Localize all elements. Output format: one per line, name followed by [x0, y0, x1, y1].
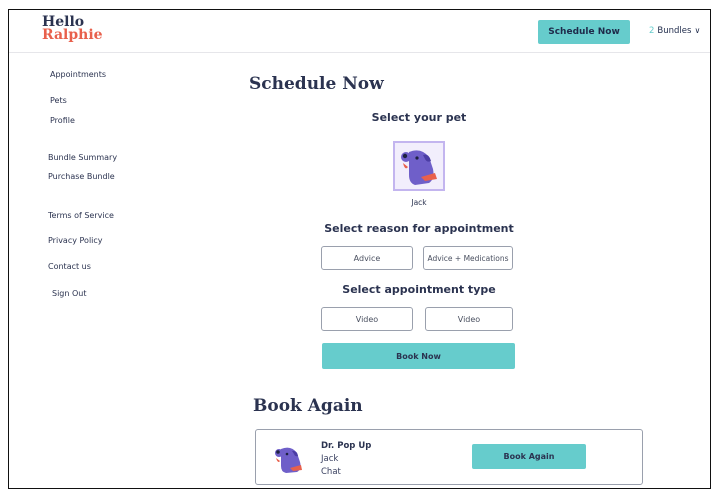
sidebar-item-purchase-bundle[interactable]: Purchase Bundle: [48, 172, 115, 181]
book-again-button[interactable]: Book Again: [472, 444, 586, 469]
type-option-video-1[interactable]: Video: [321, 307, 413, 331]
sidebar-item-privacy[interactable]: Privacy Policy: [48, 236, 103, 245]
reason-option-advice[interactable]: Advice: [321, 246, 413, 270]
top-bar: Hello Ralphie Schedule Now 2 Bundles ∨: [9, 10, 710, 53]
page-title: Schedule Now: [249, 74, 384, 94]
bundles-dropdown[interactable]: 2 Bundles ∨: [649, 26, 700, 36]
schedule-now-button[interactable]: Schedule Now: [538, 20, 630, 44]
reason-option-advice-medications[interactable]: Advice + Medications: [423, 246, 513, 270]
logo-line-2: Ralphie: [42, 27, 103, 43]
type-heading: Select appointment type: [342, 283, 496, 296]
sidebar-item-terms[interactable]: Terms of Service: [48, 211, 114, 220]
previous-pet-avatar: [270, 442, 308, 476]
previous-pet-name: Jack: [321, 454, 339, 464]
sidebar-item-appointments[interactable]: Appointments: [50, 70, 106, 79]
app-window: Hello Ralphie Schedule Now 2 Bundles ∨ App…: [8, 9, 711, 489]
pet-card-jack[interactable]: [393, 141, 445, 191]
sidebar-item-bundle-summary[interactable]: Bundle Summary: [48, 153, 117, 162]
chevron-down-icon: ∨: [694, 26, 701, 35]
sidebar-item-profile[interactable]: Profile: [50, 116, 75, 125]
dog-avatar-icon: [395, 143, 443, 189]
pet-name: Jack: [411, 198, 427, 207]
book-again-card: Dr. Pop Up Jack Chat Book Again: [255, 429, 643, 485]
book-now-button[interactable]: Book Now: [322, 343, 515, 369]
select-pet-heading: Select your pet: [371, 111, 467, 124]
bundles-label: Bundles: [657, 26, 692, 36]
book-again-title: Book Again: [253, 396, 363, 416]
logo[interactable]: Hello Ralphie: [42, 15, 103, 43]
sidebar-item-sign-out[interactable]: Sign Out: [52, 289, 87, 298]
sidebar-item-contact[interactable]: Contact us: [48, 262, 91, 271]
type-option-video-2[interactable]: Video: [425, 307, 513, 331]
doctor-name: Dr. Pop Up: [321, 441, 372, 451]
reason-heading: Select reason for appointment: [324, 222, 514, 235]
bundles-count: 2: [649, 26, 655, 36]
sidebar-item-pets[interactable]: Pets: [50, 96, 67, 105]
dog-avatar-icon: [275, 447, 302, 473]
previous-appointment-type: Chat: [321, 467, 341, 477]
